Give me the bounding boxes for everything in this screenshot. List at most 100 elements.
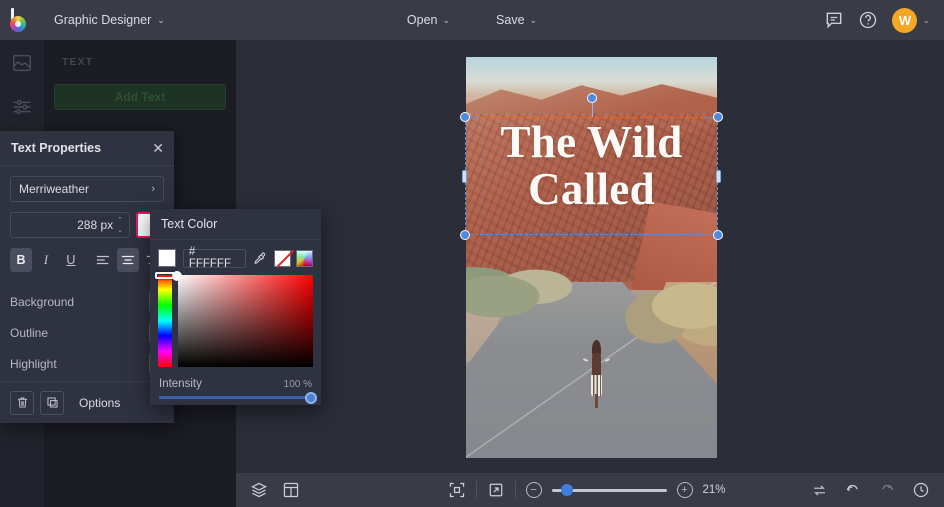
divider: [476, 481, 477, 499]
text-properties-panel: Text Properties ✕ Merriweather › 288 px …: [0, 131, 174, 423]
top-bar-right-actions: W ⌄: [824, 8, 944, 33]
zoom-level-label: 21%: [703, 484, 733, 496]
pages-layout-icon[interactable]: [282, 481, 300, 499]
zoom-in-button[interactable]: +: [677, 482, 693, 498]
bold-button[interactable]: B: [10, 248, 32, 272]
chat-icon[interactable]: [824, 10, 844, 30]
user-menu[interactable]: W ⌄: [892, 8, 930, 33]
hue-slider-handle[interactable]: [155, 272, 175, 279]
open-menu-button[interactable]: Open ⌄: [397, 8, 460, 32]
hex-color-input[interactable]: # FFFFFF: [183, 249, 246, 268]
close-icon[interactable]: ✕: [152, 141, 164, 155]
align-center-button[interactable]: [117, 248, 139, 272]
zoom-slider[interactable]: [552, 489, 667, 492]
app-root: Graphic Designer ⌄ Open ⌄ Save ⌄: [0, 0, 944, 507]
outline-row[interactable]: Outline: [10, 317, 164, 348]
intensity-label: Intensity: [159, 378, 202, 390]
quantity-stepper[interactable]: ⌃ ⌄: [117, 216, 123, 234]
intensity-slider[interactable]: [159, 396, 312, 399]
text-properties-header: Text Properties ✕: [0, 131, 174, 166]
swap-icon[interactable]: [811, 482, 828, 499]
font-size-row: 288 px ⌃ ⌄: [10, 211, 164, 239]
font-size-input[interactable]: 288 px ⌃ ⌄: [10, 212, 130, 238]
current-color-swatch[interactable]: [158, 249, 176, 267]
document-title-menu[interactable]: Graphic Designer ⌄: [44, 8, 175, 32]
text-properties-footer: Options: [0, 381, 174, 423]
popup-title: Text Color: [161, 217, 217, 231]
panel-title: Text Properties: [11, 141, 101, 155]
zoom-slider-handle[interactable]: [561, 484, 573, 496]
chevron-down-icon: ⌄: [530, 16, 538, 25]
outline-label: Outline: [10, 326, 48, 340]
bottom-bar-left: [250, 481, 300, 499]
document-title-label: Graphic Designer: [54, 13, 151, 27]
expand-icon[interactable]: [487, 481, 505, 499]
color-mode-buttons: [274, 250, 313, 267]
bottom-bar: − + 21%: [236, 473, 944, 507]
underline-button[interactable]: U: [60, 248, 82, 272]
chevron-down-icon: ⌄: [157, 16, 165, 25]
resize-handle-bottom-left[interactable]: [460, 230, 470, 240]
redo-icon[interactable]: [878, 481, 896, 499]
text-color-input-row: # FFFFFF: [150, 243, 321, 273]
fit-to-screen-icon[interactable]: [448, 481, 466, 499]
top-bar: Graphic Designer ⌄ Open ⌄ Save ⌄: [0, 0, 944, 40]
add-text-button[interactable]: Add Text: [54, 84, 226, 110]
eyedropper-icon[interactable]: [253, 251, 267, 265]
open-label: Open: [407, 13, 438, 27]
brand-logo-icon: [9, 8, 31, 32]
brand-logo[interactable]: [0, 0, 40, 40]
history-clock-icon[interactable]: [912, 481, 930, 499]
trash-icon[interactable]: [10, 391, 34, 415]
options-button[interactable]: Options: [70, 391, 129, 415]
resize-handle-top-left[interactable]: [460, 112, 470, 122]
avatar[interactable]: W: [892, 8, 917, 33]
intensity-row: Intensity 100 %: [150, 378, 321, 390]
text-section-label: TEXT: [44, 40, 236, 68]
resize-handle-middle-left[interactable]: [462, 170, 467, 183]
font-family-label: Merriweather: [19, 182, 89, 196]
highlight-row[interactable]: Highlight: [10, 348, 164, 379]
layers-icon[interactable]: [250, 481, 268, 499]
align-left-button[interactable]: [92, 248, 114, 272]
gradient-picker-icon[interactable]: [296, 250, 313, 267]
selection-handles: [465, 117, 718, 235]
stepper-down-icon: ⌄: [117, 226, 123, 234]
duplicate-icon[interactable]: [40, 391, 64, 415]
text-color-popup-header: Text Color: [150, 209, 321, 240]
photo-brush-right: [622, 266, 717, 346]
image-tool-icon[interactable]: [11, 52, 33, 74]
italic-button[interactable]: I: [35, 248, 57, 272]
chevron-down-icon: ⌄: [443, 16, 451, 25]
hue-slider[interactable]: [158, 275, 172, 367]
photo-person: [588, 340, 606, 408]
resize-handle-bottom-right[interactable]: [713, 230, 723, 240]
adjustments-tool-icon[interactable]: [11, 96, 33, 118]
text-color-popup: Text Color # FFFFFF Intensity 100 %: [150, 209, 321, 405]
stepper-up-icon: ⌃: [117, 216, 123, 224]
font-family-selector[interactable]: Merriweather ›: [10, 176, 164, 202]
chevron-right-icon: ›: [151, 183, 155, 195]
intensity-value: 100 %: [284, 379, 312, 390]
save-menu-button[interactable]: Save ⌄: [486, 8, 547, 32]
chevron-down-icon: ⌄: [922, 16, 930, 25]
resize-handle-top-right[interactable]: [713, 112, 723, 122]
highlight-label: Highlight: [10, 357, 57, 371]
saturation-value-field[interactable]: [178, 275, 313, 367]
no-color-icon[interactable]: [274, 250, 291, 267]
background-label: Background: [10, 295, 74, 309]
help-circle-icon[interactable]: [858, 10, 878, 30]
background-row[interactable]: Background: [10, 286, 164, 317]
save-label: Save: [496, 13, 525, 27]
text-format-row: B I U: [10, 248, 164, 272]
photo-brush-left: [466, 258, 576, 322]
intensity-slider-handle[interactable]: [305, 392, 317, 404]
canvas-area[interactable]: The Wild Called: [236, 40, 944, 473]
resize-handle-middle-right[interactable]: [716, 170, 721, 183]
divider: [515, 481, 516, 499]
rotate-handle[interactable]: [587, 93, 597, 103]
color-picker-area: [150, 275, 321, 367]
undo-icon[interactable]: [844, 481, 862, 499]
bottom-bar-right: [811, 481, 930, 499]
zoom-out-button[interactable]: −: [526, 482, 542, 498]
